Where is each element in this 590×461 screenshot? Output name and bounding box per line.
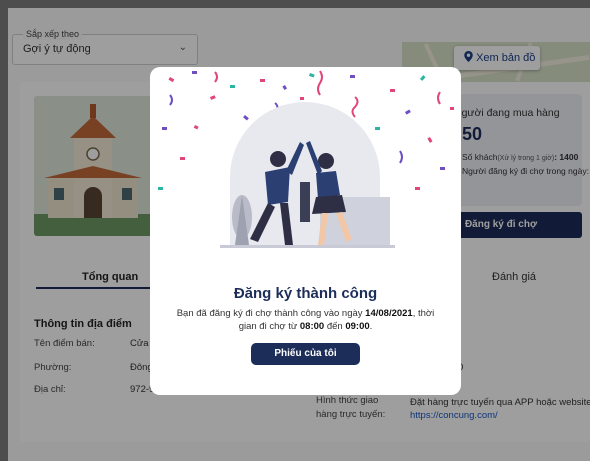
- modal-message: Bạn đã đăng ký đi chợ thành công vào ngà…: [176, 308, 435, 332]
- success-modal: Đăng ký thành công Bạn đã đăng ký đi chợ…: [150, 67, 461, 395]
- celebration-illustration: [158, 70, 454, 248]
- my-ticket-button[interactable]: Phiếu của tôi: [251, 343, 360, 365]
- modal-title: Đăng ký thành công: [233, 285, 378, 302]
